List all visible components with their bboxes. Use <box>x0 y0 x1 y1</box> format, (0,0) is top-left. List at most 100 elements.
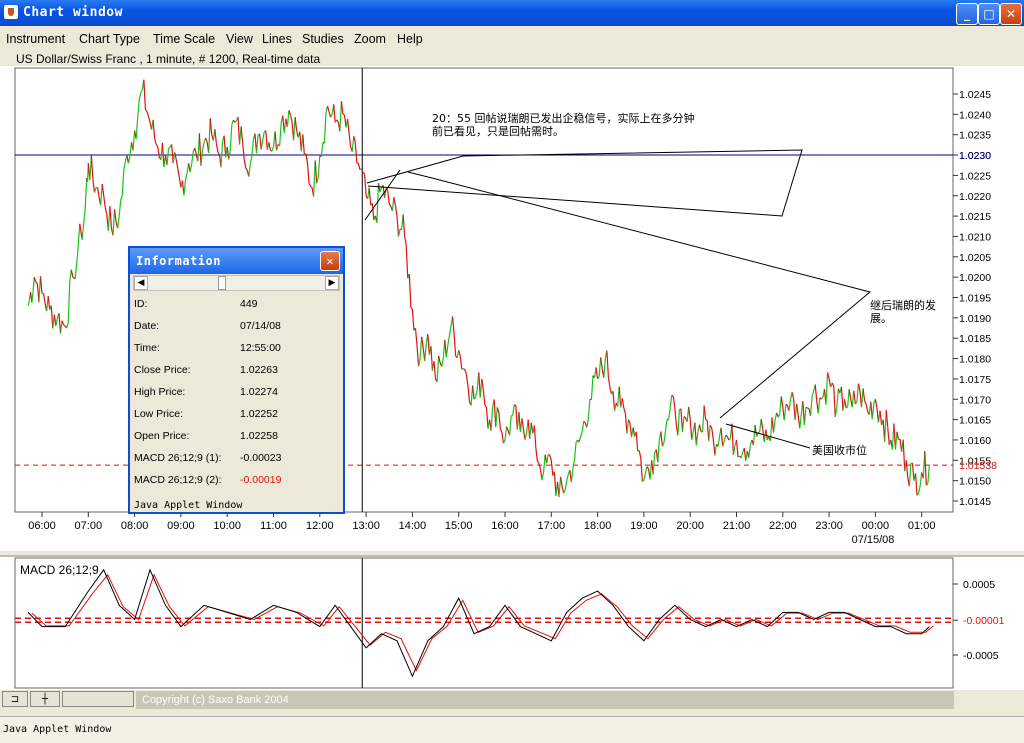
x-tick-label: 09:00 <box>167 520 195 532</box>
price-segment <box>343 114 345 115</box>
macd-y-tick-label: -0.00001 <box>963 615 1005 627</box>
x-tick-label: 12:00 <box>306 520 334 532</box>
info-label: Open Price: <box>134 430 189 442</box>
x-tick-label: 22:00 <box>769 520 797 532</box>
price-segment <box>729 439 731 440</box>
menu-studies[interactable]: Studies <box>302 32 344 46</box>
java-icon <box>4 5 18 19</box>
price-segment <box>36 282 38 283</box>
x-tick-label: 13:00 <box>352 520 380 532</box>
x-tick-label: 01:00 <box>908 520 936 532</box>
close-button[interactable]: ✕ <box>1000 3 1022 25</box>
menu-zoom[interactable]: Zoom <box>354 32 386 46</box>
x-tick-label: 10:00 <box>213 520 241 532</box>
y-tick-label: 1.0175 <box>959 374 991 386</box>
macd-chart-svg[interactable]: MACD 26;12;90.0005-0.00001-0.0005 <box>0 557 1024 689</box>
price-segment <box>85 193 86 208</box>
y-tick-label: 1.0170 <box>959 394 991 406</box>
maximize-button[interactable]: □ <box>978 3 1000 25</box>
annotation-2-line1: 继后瑞朗的发 <box>870 298 936 312</box>
price-segment <box>807 408 809 409</box>
x-tick-label: 08:00 <box>121 520 149 532</box>
y-tick-label: 1.0165 <box>959 415 991 427</box>
info-footer: Java Applet Window <box>134 500 242 511</box>
bottom-button-1[interactable]: ⊐ <box>2 691 28 707</box>
price-segment <box>706 420 708 421</box>
price-segment <box>462 369 464 370</box>
info-value: 1.02252 <box>240 408 278 420</box>
info-value: 12:55:00 <box>240 342 281 354</box>
copyright-text: Copyright (c) Saxo Bank 2004 <box>136 691 954 709</box>
info-label: Low Price: <box>134 408 183 420</box>
info-close-button[interactable]: ✕ <box>320 251 340 271</box>
information-window[interactable]: Information ✕ ◀ ▶ ID:449Date:07/14/08Tim… <box>128 246 345 514</box>
annotation-1-line1: 20：55 回帖说瑞朗已发出企稳信号，实际上在多分钟 <box>432 111 695 125</box>
y-tick-label: 1.0200 <box>959 272 991 284</box>
menu-time-scale[interactable]: Time Scale <box>153 32 215 46</box>
info-label: MACD 26;12;9 (1): <box>134 452 222 464</box>
annotation-3: 美国收市位 <box>812 443 867 457</box>
minimize-button[interactable]: _ <box>956 3 978 25</box>
price-segment <box>463 369 465 370</box>
y-tick-label: 1.0150 <box>959 476 991 488</box>
menu-chart-type[interactable]: Chart Type <box>79 32 140 46</box>
title-bar: Chart window _ □ ✕ <box>0 0 1024 26</box>
menu-bar: Instrument Chart Type Time Scale View Li… <box>0 28 1024 50</box>
scroll-left-icon[interactable]: ◀ <box>134 276 148 290</box>
macd-panel[interactable]: MACD 26;12;90.0005-0.00001-0.0005 <box>0 555 1024 691</box>
y-tick-label: 1.0195 <box>959 293 991 305</box>
price-segment <box>548 455 550 456</box>
info-value: 07/14/08 <box>240 320 281 332</box>
bottom-toolbar: ⊐ ┼ Copyright (c) Saxo Bank 2004 <box>0 690 1024 710</box>
info-value: 449 <box>240 298 258 310</box>
price-segment <box>642 481 644 482</box>
current-price-label: 1.01538 <box>959 460 997 472</box>
y-tick-label: 1.0185 <box>959 333 991 345</box>
x-tick-label: 15:00 <box>445 520 473 532</box>
status-text: Java Applet Window <box>3 724 111 735</box>
price-segment <box>672 395 674 396</box>
info-label: Close Price: <box>134 364 191 376</box>
menu-help[interactable]: Help <box>397 32 423 46</box>
y-tick-label: 1.0225 <box>959 170 991 182</box>
y-tick-label: 1.0240 <box>959 109 991 121</box>
x-tick-label: 17:00 <box>538 520 566 532</box>
info-label: MACD 26;12;9 (2): <box>134 474 222 486</box>
hline-label: 1.0230 <box>959 150 991 162</box>
y-tick-label: 1.0220 <box>959 191 991 203</box>
menu-lines[interactable]: Lines <box>262 32 292 46</box>
menu-view[interactable]: View <box>226 32 253 46</box>
price-segment <box>84 208 85 216</box>
y-tick-label: 1.0245 <box>959 89 991 101</box>
bottom-button-3[interactable] <box>62 691 134 707</box>
y-tick-label: 1.0235 <box>959 130 991 142</box>
y-tick-label: 1.0160 <box>959 435 991 447</box>
x-tick-label: 16:00 <box>491 520 519 532</box>
x-tick-label: 14:00 <box>399 520 427 532</box>
annotation-1-line2: 前已看见，只是回帖需时。 <box>432 124 564 138</box>
x-tick-label: 11:00 <box>260 520 287 532</box>
window-title: Chart window <box>23 5 123 20</box>
y-tick-label: 1.0145 <box>959 496 991 508</box>
y-tick-label: 1.0180 <box>959 354 991 366</box>
x-tick-label: 20:00 <box>676 520 704 532</box>
x-tick-label: 07:00 <box>75 520 103 532</box>
y-tick-label: 1.0190 <box>959 313 991 325</box>
crosshair-button[interactable]: ┼ <box>30 691 60 707</box>
y-tick-label: 1.0205 <box>959 252 991 264</box>
info-value: 1.02274 <box>240 386 278 398</box>
info-label: High Price: <box>134 386 185 398</box>
macd-y-tick-label: 0.0005 <box>963 579 995 591</box>
scroll-right-icon[interactable]: ▶ <box>325 276 339 290</box>
y-tick-label: 1.0215 <box>959 211 991 223</box>
info-label: Date: <box>134 320 159 332</box>
macd-y-tick-label: -0.0005 <box>963 650 999 662</box>
info-value: -0.00023 <box>240 452 281 464</box>
info-title-bar[interactable]: Information ✕ <box>130 248 343 274</box>
menu-instrument[interactable]: Instrument <box>6 32 65 46</box>
info-scrollbar[interactable]: ◀ ▶ <box>133 275 340 291</box>
x-tick-label: 19:00 <box>630 520 658 532</box>
scroll-thumb[interactable] <box>218 276 226 290</box>
info-value: -0.00019 <box>240 474 281 486</box>
annotation-2-line2: 展。 <box>870 312 892 325</box>
